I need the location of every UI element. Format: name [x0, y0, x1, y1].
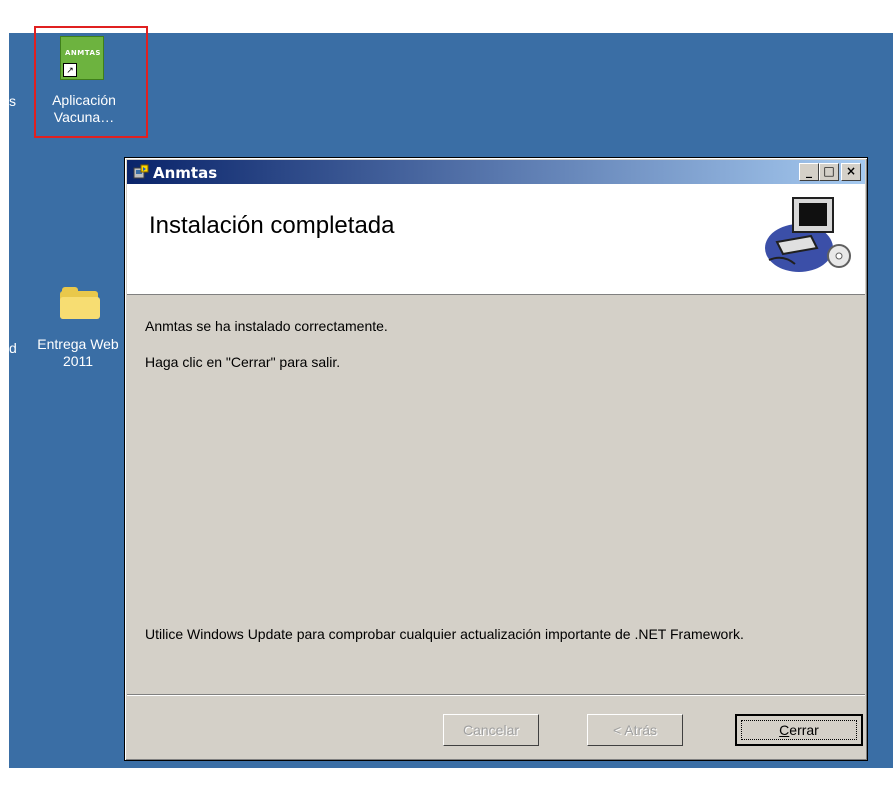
desktop-cut-label-2: d	[9, 340, 17, 356]
app-tile-text: ANMTAS	[65, 49, 101, 57]
back-button[interactable]: < Atrás	[587, 714, 683, 746]
folder-front	[60, 297, 100, 319]
footer-separator	[127, 694, 865, 696]
header-title: Instalación completada	[149, 212, 395, 239]
icon-label-line-1: Entrega Web	[37, 336, 119, 352]
window-title: Anmtas	[153, 164, 218, 182]
success-message: Anmtas se ha instalado correctamente.	[145, 318, 388, 334]
desktop-cut-label-1: s	[9, 93, 16, 109]
maximize-button[interactable]: □	[819, 163, 839, 181]
cancel-button[interactable]: Cancelar	[443, 714, 539, 746]
instruction-message: Haga clic en "Cerrar" para salir.	[145, 354, 341, 370]
icon-label-line-1: Aplicación	[52, 92, 116, 108]
app-shortcut-icon[interactable]: ANMTAS ↗	[60, 36, 104, 80]
computer-illustration-icon	[765, 197, 851, 272]
installer-dialog: Anmtas _ □ × Instalación completada Anmt…	[124, 157, 868, 761]
dialog-header: Instalación completada	[127, 184, 865, 295]
folder-icon[interactable]	[60, 287, 100, 319]
minimize-button[interactable]: _	[799, 163, 819, 181]
shortcut-arrow-icon: ↗	[63, 63, 77, 77]
desktop-icon-label-entrega[interactable]: Entrega Web 2011	[30, 336, 126, 370]
close-button[interactable]: Cerrar	[735, 714, 863, 746]
close-window-button[interactable]: ×	[841, 163, 861, 181]
focus-rect	[741, 720, 857, 740]
title-bar[interactable]: Anmtas _ □ ×	[127, 160, 865, 184]
icon-label-line-2: Vacuna…	[53, 109, 115, 125]
icon-label-line-2: 2011	[62, 353, 94, 369]
installer-icon	[133, 164, 149, 179]
update-message: Utilice Windows Update para comprobar cu…	[145, 626, 744, 642]
desktop-icon-label-aplicacion[interactable]: Aplicación Vacuna…	[44, 92, 124, 126]
